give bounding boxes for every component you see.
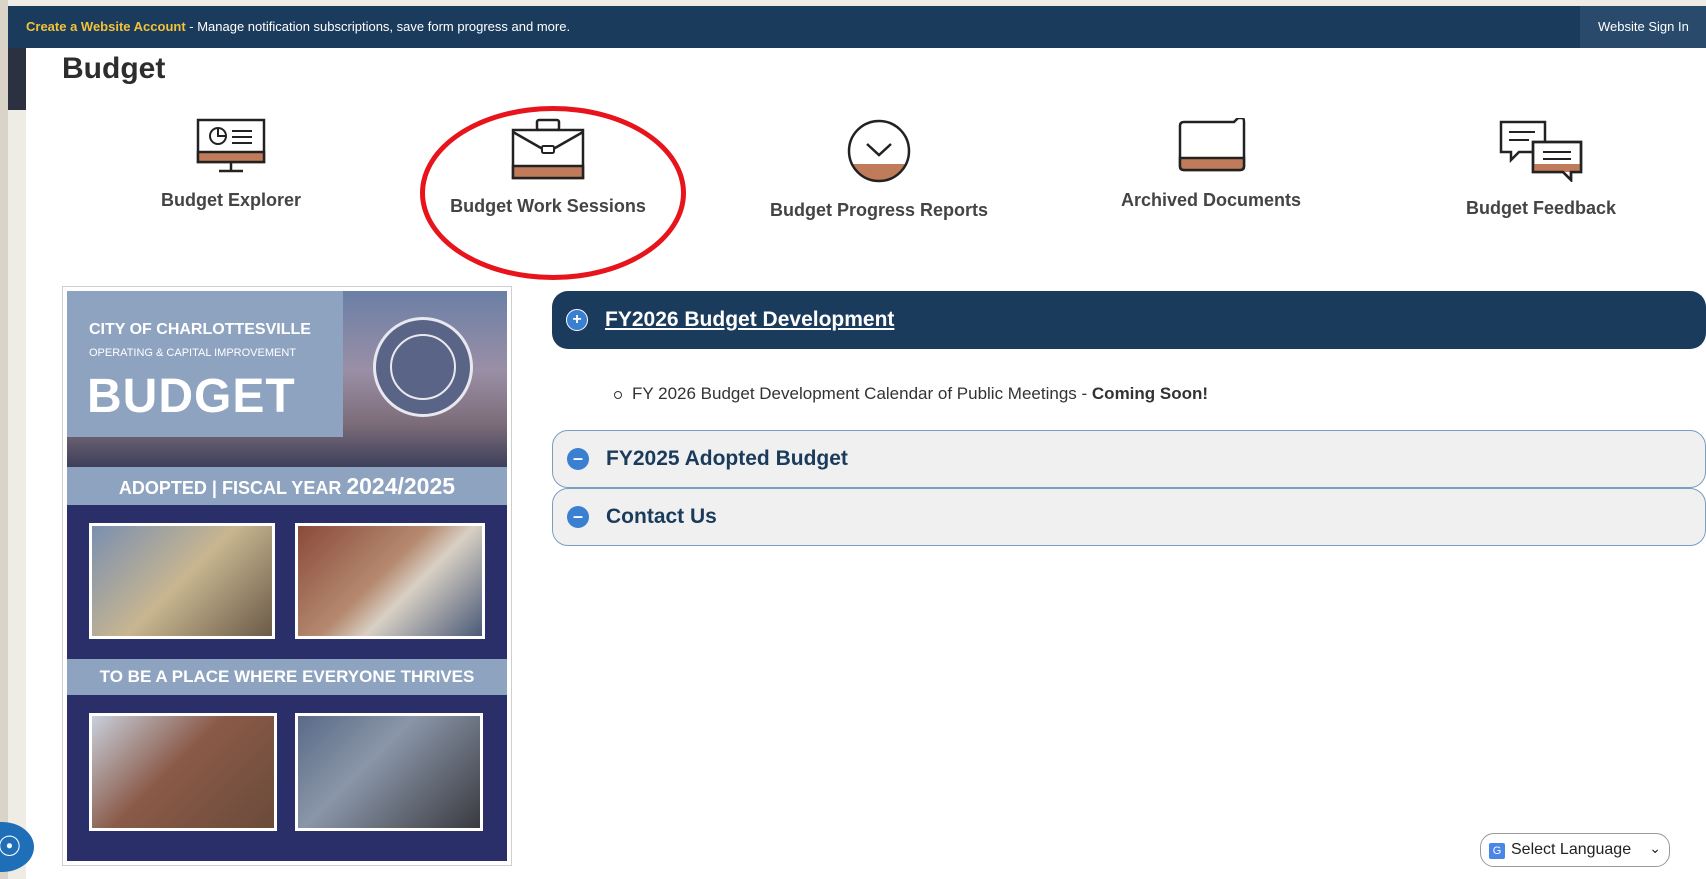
language-select[interactable]: G Select Language ⌄ (1480, 833, 1670, 867)
google-translate-icon: G (1489, 843, 1505, 859)
budget-cover-image[interactable]: CITY OF CHARLOTTESVILLE OPERATING & CAPI… (62, 286, 512, 866)
nav-label: Budget Explorer (160, 190, 302, 210)
nav-budget-feedback[interactable]: Budget Feedback (1376, 118, 1706, 219)
cover-adopted: ADOPTED | FISCAL YEAR (118, 478, 347, 498)
nav-label: Budget Feedback (1465, 198, 1617, 218)
cover-photo-mural (295, 523, 485, 639)
city-seal-icon (373, 317, 473, 417)
cover-photo-people (295, 713, 483, 831)
cover-title-box: CITY OF CHARLOTTESVILLE OPERATING & CAPI… (67, 291, 343, 437)
nav-label: Budget Progress Reports (769, 200, 989, 220)
chevron-circle-icon (847, 119, 911, 183)
cover-city: CITY OF CHARLOTTESVILLE (89, 321, 311, 338)
nav-label: Budget Work Sessions (450, 196, 646, 216)
nav-budget-explorer[interactable]: Budget Explorer (66, 118, 396, 211)
background-edge (0, 0, 8, 879)
create-account-link[interactable]: Create a Website Account (26, 19, 186, 34)
chat-bubbles-icon (1499, 120, 1583, 182)
item-status: Coming Soon! (1091, 384, 1209, 403)
accordion-fy2026[interactable]: + FY2026 Budget Development (552, 291, 1706, 349)
nav-archived-documents[interactable]: Archived Documents (1046, 118, 1376, 211)
account-banner: Create a Website Account - Manage notifi… (8, 6, 1706, 48)
nav-budget-work-sessions[interactable]: Budget Work Sessions (383, 118, 713, 217)
nav-label: Archived Documents (1120, 190, 1302, 210)
bullet-icon (614, 390, 622, 399)
accordion-title: Contact Us (606, 505, 717, 528)
minus-icon: – (567, 506, 589, 528)
banner-text: - Manage notification subscriptions, sav… (185, 19, 571, 34)
accordion-contact-us[interactable]: – Contact Us (552, 488, 1706, 546)
monitor-chart-icon (196, 118, 266, 173)
chevron-down-icon: ⌄ (1649, 840, 1661, 856)
accordion-fy2026-item: FY 2026 Budget Development Calendar of P… (614, 384, 1208, 404)
cover-fiscal-year-band: ADOPTED | FISCAL YEAR 2024/2025 (67, 467, 507, 505)
accordion-title[interactable]: FY2026 Budget Development (605, 308, 894, 332)
cover-year: 2024/2025 (346, 473, 456, 499)
main-content: Budget Budget Explorer Budget Work Sessi… (26, 48, 1706, 879)
nav-budget-progress-reports[interactable]: Budget Progress Reports (714, 118, 1044, 221)
cover-budget-title: BUDGET (87, 370, 296, 423)
language-label: Select Language (1511, 841, 1632, 858)
folder-icon (1178, 118, 1246, 172)
banner-message: Create a Website Account - Manage notifi… (26, 19, 570, 34)
accordion-fy2025[interactable]: – FY2025 Adopted Budget (552, 430, 1706, 488)
accordion-title: FY2025 Adopted Budget (606, 447, 848, 470)
cover-artwork: CITY OF CHARLOTTESVILLE OPERATING & CAPI… (67, 291, 507, 861)
sign-in-button[interactable]: Website Sign In (1580, 6, 1706, 48)
item-text: FY 2026 Budget Development Calendar of P… (632, 384, 1092, 403)
cover-subtitle: OPERATING & CAPITAL IMPROVEMENT (89, 347, 296, 359)
accessibility-icon: ☉ (0, 831, 22, 862)
plus-icon: + (566, 309, 588, 331)
page-title: Budget (62, 52, 166, 85)
briefcase-icon (511, 118, 585, 180)
cover-photo-mall (89, 523, 275, 639)
header-photo (8, 48, 26, 110)
cover-photo-street (89, 713, 277, 831)
minus-icon: – (567, 448, 589, 470)
cover-tagline: TO BE A PLACE WHERE EVERYONE THRIVES (67, 659, 507, 695)
